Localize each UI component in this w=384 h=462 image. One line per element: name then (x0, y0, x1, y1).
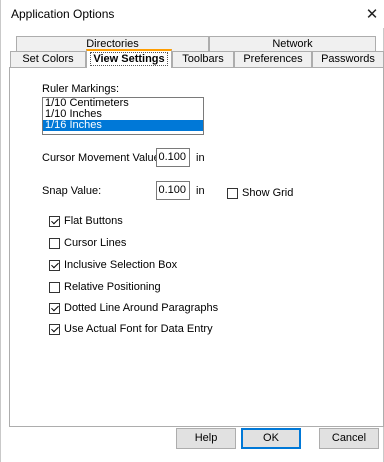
checkbox-label: Relative Positioning (64, 281, 161, 293)
checkbox-box[interactable] (227, 187, 238, 199)
tab-view-settings[interactable]: View Settings (86, 49, 172, 68)
tab-passwords[interactable]: Passwords (312, 51, 384, 67)
checkbox-box[interactable] (49, 215, 60, 227)
window-title: Application Options (11, 7, 115, 21)
checkbox-label: Use Actual Font for Data Entry (64, 323, 213, 335)
title-bar: Application Options ✕ (1, 0, 384, 28)
close-icon[interactable]: ✕ (361, 4, 383, 24)
application-options-dialog: Application Options ✕ Directories Networ… (0, 0, 384, 462)
tab-preferences[interactable]: Preferences (234, 51, 312, 67)
cursor-lines-checkbox[interactable]: Cursor Lines (49, 237, 126, 249)
tab-network[interactable]: Network (209, 36, 376, 51)
checkbox-label: Cursor Lines (64, 237, 127, 249)
tab-label: View Settings (90, 52, 168, 66)
snap-value-label: Snap Value: (42, 185, 102, 197)
snap-value-unit: in (196, 185, 205, 197)
tab-label: Network (272, 38, 313, 50)
inclusive-selection-box-checkbox[interactable]: Inclusive Selection Box (49, 259, 177, 271)
show-grid-label: Show Grid (242, 187, 294, 199)
checkbox-label: Inclusive Selection Box (64, 259, 178, 271)
checkbox-label: Dotted Line Around Paragraphs (64, 302, 219, 314)
tab-label: Passwords (321, 53, 375, 65)
cursor-movement-label: Cursor Movement Value: (42, 152, 163, 164)
cancel-button[interactable]: Cancel (319, 428, 379, 449)
tab-toolbars[interactable]: Toolbars (172, 51, 234, 67)
cursor-movement-unit: in (196, 152, 205, 164)
checkbox-label: Flat Buttons (64, 215, 123, 227)
checkbox-box[interactable] (49, 302, 60, 314)
dotted-line-around-paragraphs-checkbox[interactable]: Dotted Line Around Paragraphs (49, 302, 218, 314)
ruler-markings-listbox[interactable]: 1/10 Centimeters 1/10 Inches 1/16 Inches (42, 97, 204, 135)
tab-label: Preferences (243, 53, 303, 65)
checkbox-box[interactable] (49, 259, 60, 271)
ok-button[interactable]: OK (241, 428, 301, 449)
tab-label: Set Colors (22, 53, 74, 65)
relative-positioning-checkbox[interactable]: Relative Positioning (49, 281, 161, 293)
snap-value-field[interactable]: 0.100 (156, 181, 190, 200)
ruler-markings-label: Ruler Markings: (42, 83, 120, 95)
show-grid-checkbox[interactable]: Show Grid (227, 187, 293, 199)
use-actual-font-checkbox[interactable]: Use Actual Font for Data Entry (49, 323, 213, 335)
cursor-movement-field[interactable]: 0.100 (156, 148, 190, 167)
checkbox-box[interactable] (49, 323, 60, 335)
tab-set-colors[interactable]: Set Colors (10, 51, 86, 67)
flat-buttons-checkbox[interactable]: Flat Buttons (49, 215, 123, 227)
tab-label: Toolbars (182, 53, 224, 65)
checkbox-box[interactable] (49, 281, 60, 293)
help-button[interactable]: Help (176, 428, 236, 449)
checkbox-box[interactable] (49, 237, 60, 249)
list-item-selected[interactable]: 1/16 Inches (43, 120, 203, 131)
